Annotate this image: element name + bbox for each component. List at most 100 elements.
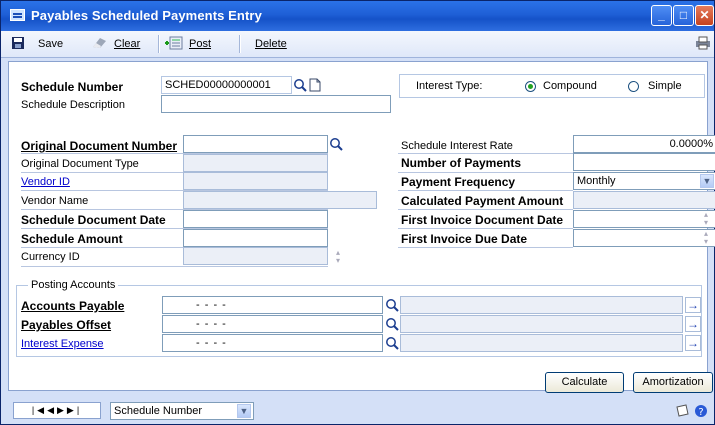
printer-icon [696, 36, 710, 50]
schedule-number-label: Schedule Number [21, 80, 124, 94]
original-document-type-field [183, 154, 328, 172]
title-bar[interactable]: Payables Scheduled Payments Entry _ □ ✕ [1, 1, 714, 31]
currency-expand-icon[interactable]: ▴ ▾ [332, 249, 344, 265]
first-invoice-due-date-field[interactable] [573, 229, 715, 247]
calculated-payment-amount-field [573, 191, 715, 209]
lookup-icon[interactable] [293, 78, 307, 92]
window-title: Payables Scheduled Payments Entry [31, 8, 262, 23]
main-panel: Schedule Number SCHED00000000001 Interes… [8, 61, 715, 391]
save-button[interactable]: Save [11, 36, 63, 52]
chevron-down-icon[interactable]: ▼ [237, 404, 251, 418]
arrow-right-icon[interactable]: → [685, 316, 701, 332]
status-bar: |◀◀▶▶| Schedule Number ▼ ? [1, 396, 714, 424]
window: Payables Scheduled Payments Entry _ □ ✕ … [0, 0, 715, 425]
sort-order-value: Schedule Number [114, 405, 203, 417]
svg-text:?: ? [698, 407, 703, 418]
currency-id-field [183, 247, 328, 265]
number-of-payments-label: Number of Payments [401, 156, 522, 170]
first-invoice-due-date-label: First Invoice Due Date [401, 232, 528, 246]
payment-frequency-select[interactable]: Monthly [573, 172, 715, 190]
post-icon [165, 36, 183, 50]
post-button[interactable]: Post [164, 36, 211, 52]
save-icon [12, 37, 24, 49]
accounts-payable-label: Accounts Payable [21, 299, 125, 313]
account-lookup-icon[interactable] [385, 317, 399, 331]
simple-label: Simple [648, 80, 682, 92]
chevron-down-icon[interactable]: ▼ [700, 174, 714, 188]
vendor-name-label: Vendor Name [21, 195, 89, 207]
schedule-number-value: SCHED00000000001 [165, 79, 271, 91]
schedule-document-date-label: Schedule Document Date [21, 213, 166, 227]
calculated-payment-amount-label: Calculated Payment Amount [401, 194, 564, 208]
account-lookup-icon[interactable] [385, 336, 399, 350]
post-label: Post [189, 38, 212, 50]
schedule-description-field[interactable] [161, 95, 391, 113]
vendor-name-field [183, 191, 377, 209]
save-label: Save [38, 38, 64, 50]
payables-offset-description [400, 315, 683, 333]
maximize-button[interactable]: □ [673, 5, 694, 26]
accounts-payable-account-field[interactable]: - - - - [162, 296, 383, 314]
help-icon[interactable]: ? [694, 404, 708, 418]
new-document-icon[interactable] [308, 78, 322, 92]
schedule-number-field[interactable]: SCHED00000000001 [161, 76, 292, 94]
vendor-id-field [183, 172, 328, 190]
clear-label: Clear [114, 38, 141, 50]
first-record-icon[interactable]: |◀ [32, 405, 47, 415]
interest-expense-account-field[interactable]: - - - - [162, 334, 383, 352]
previous-record-icon[interactable]: ◀ [47, 405, 57, 415]
payables-offset-label: Payables Offset [21, 318, 112, 332]
note-icon[interactable] [675, 404, 689, 418]
schedule-interest-rate-value: 0.0000% [669, 138, 713, 150]
calculate-label: Calculate [561, 376, 608, 388]
original-document-type-label: Original Document Type [21, 158, 139, 170]
compound-label: Compound [543, 80, 597, 92]
vendor-id-link[interactable]: Vendor ID [21, 173, 70, 191]
accounts-payable-account-value: - - - - [196, 299, 227, 311]
payables-offset-account-field[interactable]: - - - - [162, 315, 383, 333]
compound-radio[interactable] [525, 81, 536, 92]
clear-button[interactable]: Clear [91, 36, 140, 52]
delete-label: Delete [255, 38, 287, 50]
next-record-icon[interactable]: ▶ [57, 405, 67, 415]
date-spinner-icon[interactable]: ▴ ▾ [700, 211, 712, 227]
arrow-right-icon[interactable]: → [685, 297, 701, 313]
print-button[interactable] [695, 36, 711, 52]
app-icon [10, 9, 25, 21]
first-invoice-document-date-field[interactable] [573, 210, 715, 228]
interest-expense-description [400, 334, 683, 352]
eraser-icon [93, 38, 106, 48]
schedule-document-date-field[interactable] [183, 210, 328, 228]
payment-frequency-value: Monthly [577, 175, 616, 187]
schedule-amount-field[interactable] [183, 229, 328, 247]
interest-expense-link[interactable]: Interest Expense [21, 335, 104, 353]
delete-button[interactable]: Delete [255, 36, 287, 52]
schedule-amount-label: Schedule Amount [21, 232, 123, 246]
calculate-button[interactable]: Calculate [545, 372, 624, 393]
first-invoice-document-date-label: First Invoice Document Date [401, 213, 564, 227]
close-button[interactable]: ✕ [695, 5, 714, 26]
currency-id-label: Currency ID [21, 251, 80, 263]
arrow-right-icon[interactable]: → [685, 335, 701, 351]
amortization-button[interactable]: Amortization [633, 372, 713, 393]
record-navigation[interactable]: |◀◀▶▶| [13, 402, 101, 419]
payment-frequency-label: Payment Frequency [401, 175, 516, 189]
interest-expense-account-value: - - - - [196, 337, 227, 349]
document-lookup-icon[interactable] [329, 137, 343, 151]
payables-offset-account-value: - - - - [196, 318, 227, 330]
due-date-spinner-icon[interactable]: ▴ ▾ [700, 230, 712, 246]
amortization-label: Amortization [642, 376, 704, 388]
schedule-description-label: Schedule Description [21, 99, 125, 111]
posting-accounts-label: Posting Accounts [28, 276, 119, 294]
accounts-payable-description [400, 296, 683, 314]
last-record-icon[interactable]: ▶| [67, 405, 82, 415]
simple-radio[interactable] [628, 81, 639, 92]
toolbar: Save Clear Post Delete [1, 31, 714, 58]
original-document-number-field[interactable] [183, 135, 328, 153]
number-of-payments-field[interactable] [573, 153, 715, 171]
sort-order-select[interactable]: Schedule Number [110, 402, 254, 420]
schedule-interest-rate-field[interactable]: 0.0000% [573, 135, 715, 153]
account-lookup-icon[interactable] [385, 298, 399, 312]
minimize-button[interactable]: _ [651, 5, 672, 26]
interest-type-label: Interest Type: [416, 80, 483, 92]
